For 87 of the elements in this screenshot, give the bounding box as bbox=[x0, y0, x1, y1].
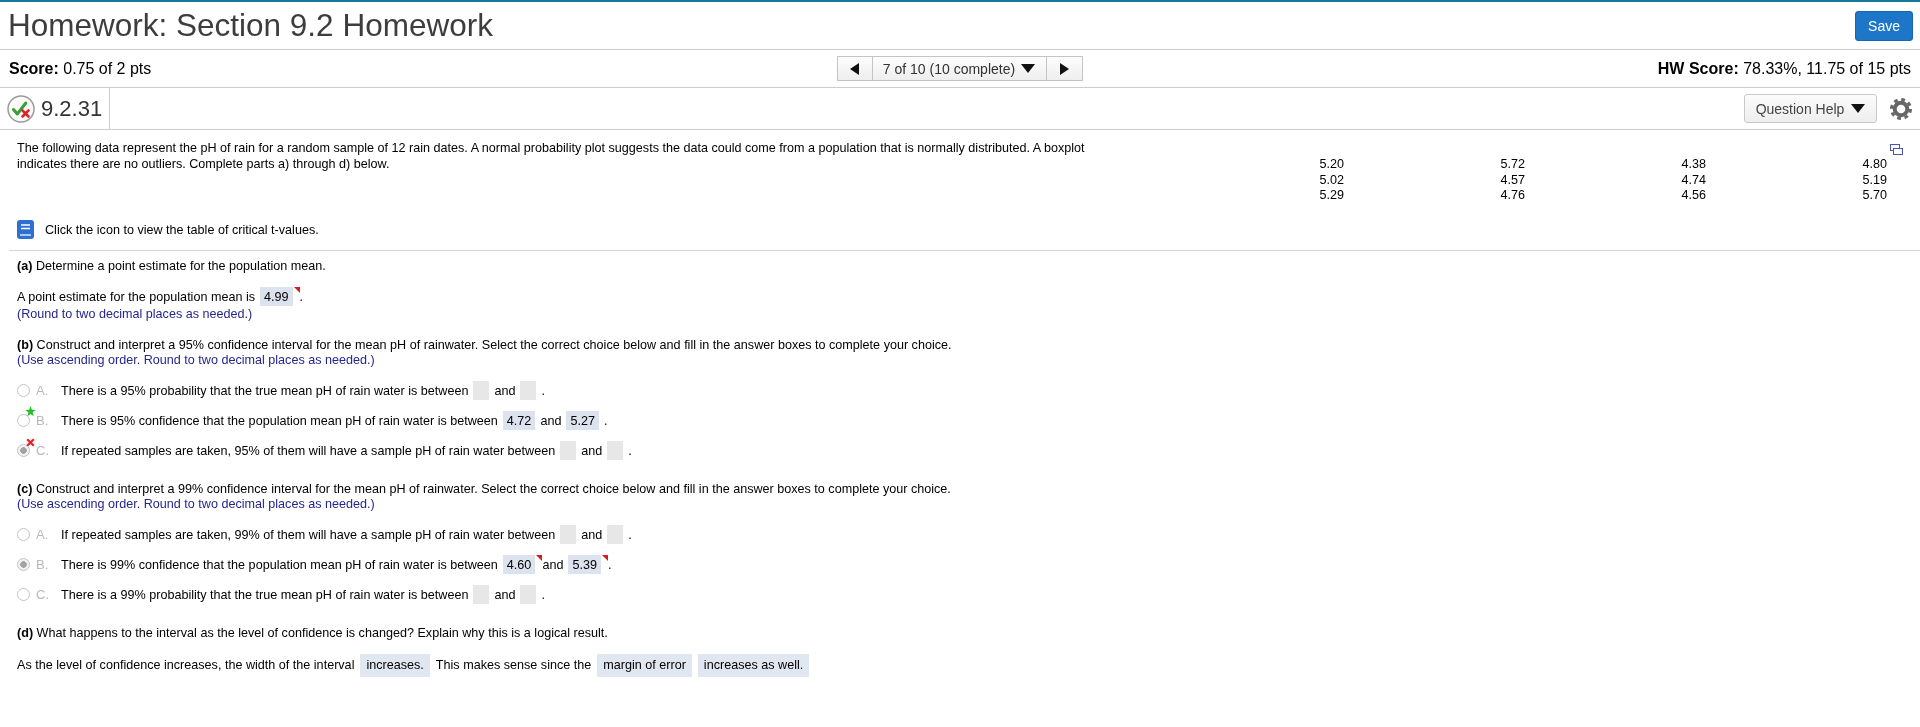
save-button[interactable]: Save bbox=[1855, 10, 1913, 41]
question-prompt: (b) Construct and interpret a 95% confidence interval for the mean pH of rainwater. Select the correct choice below and fill in the answer boxes to complete your choice. bbox=[17, 336, 953, 353]
sentence-text: . bbox=[541, 383, 545, 398]
answer-box[interactable]: 5.27 bbox=[566, 411, 599, 430]
sentence-text: and bbox=[581, 443, 603, 458]
next-button[interactable] bbox=[1045, 56, 1083, 81]
question-prompt: (d) What happens to the interval as the level of confidence is changed? Explain why this is a logical result. bbox=[17, 624, 609, 641]
radio-button[interactable] bbox=[17, 444, 30, 457]
sentence-text: . bbox=[628, 527, 632, 542]
hint-text: (Use ascending order. Round to two decimal places as needed.) bbox=[17, 496, 376, 512]
choice-letter: B. bbox=[36, 413, 50, 428]
choice-letter: C. bbox=[36, 443, 50, 458]
data-cell-text: 4.76 bbox=[1499, 188, 1525, 204]
data-cell-text: 4.38 bbox=[1680, 157, 1706, 173]
sentence-text: . bbox=[607, 557, 612, 572]
book-icon[interactable] bbox=[17, 220, 34, 239]
choice-letter: A. bbox=[36, 383, 50, 398]
sentence-text: There is 99% confidence that the population mean pH of rain water is between bbox=[61, 557, 498, 572]
question-number: 9.2.31 bbox=[41, 95, 103, 122]
sentence-text: There is a 95% probability that the true mean pH of rain water is between bbox=[61, 383, 469, 398]
data-cell-text: 5.02 bbox=[1318, 172, 1344, 188]
answer-box[interactable] bbox=[473, 381, 490, 400]
sentence-text: . bbox=[603, 413, 608, 428]
data-cell-text: 4.80 bbox=[1861, 157, 1887, 173]
sentence-text: . bbox=[299, 289, 304, 304]
radio-button[interactable] bbox=[17, 414, 30, 427]
popout-icon[interactable] bbox=[1890, 144, 1903, 155]
answer-box[interactable] bbox=[607, 441, 624, 460]
data-cell-text: 5.29 bbox=[1318, 188, 1344, 204]
sentence-text: and bbox=[542, 557, 564, 572]
question-selector[interactable]: 7 of 10 (10 complete) bbox=[871, 56, 1047, 81]
answer-dropdown[interactable]: margin of error bbox=[597, 653, 692, 677]
sentence-text: . bbox=[628, 443, 632, 458]
caret-right-icon bbox=[1059, 62, 1069, 75]
answer-box[interactable] bbox=[473, 585, 490, 604]
question-prompt: (c) Construct and interpret a 99% confidence interval for the mean pH of rainwater. Select the correct choice below and fill in the answer boxes to complete your choice. bbox=[17, 480, 952, 497]
answer-dropdown[interactable]: increases as well. bbox=[697, 653, 810, 677]
problem-text: The following data represent the pH of rain for a random sample of 12 rain dates. A normal probability plot suggests the data could come from a population that is normally distributed. A boxplot indicates there are no outliers. Complete parts a) through d) below. bbox=[17, 140, 1086, 173]
data-cell-text: 4.56 bbox=[1680, 188, 1706, 204]
data-cell-text: 5.70 bbox=[1861, 188, 1887, 204]
answer-box[interactable]: 4.72 bbox=[502, 411, 536, 430]
sentence-text: and bbox=[494, 587, 516, 602]
answer-box[interactable] bbox=[520, 585, 537, 604]
choice-letter: B. bbox=[36, 557, 50, 572]
data-cell-text: 4.74 bbox=[1680, 172, 1706, 188]
sentence-text: If repeated samples are taken, 95% of them will have a sample pH of rain water between bbox=[61, 443, 556, 458]
sentence-text: and bbox=[581, 527, 603, 542]
hint-text: (Round to two decimal places as needed.) bbox=[17, 306, 254, 322]
answer-box[interactable] bbox=[560, 441, 577, 460]
instruction-text: Click the icon to view the table of critical t-values. bbox=[45, 222, 319, 237]
sentence-text: There is 95% confidence that the population mean pH of rain water is between bbox=[61, 413, 498, 428]
sentence-text: . bbox=[541, 587, 545, 602]
sentence-text: A point estimate for the population mean is bbox=[17, 289, 256, 304]
previous-button[interactable] bbox=[836, 56, 873, 81]
radio-button[interactable] bbox=[17, 558, 30, 571]
data-cell-text: 5.19 bbox=[1861, 172, 1887, 188]
data-cell-text: 4.57 bbox=[1499, 172, 1525, 188]
hw-score-text: HW Score: 78.33%, 11.75 of 15 pts bbox=[1656, 59, 1911, 78]
sentence-text: There is a 99% probability that the true mean pH of rain water is between bbox=[61, 587, 469, 602]
answer-box[interactable] bbox=[520, 381, 537, 400]
radio-button[interactable] bbox=[17, 384, 30, 397]
sentence-text: This makes sense since the bbox=[435, 658, 592, 672]
data-cell-text: 5.20 bbox=[1318, 157, 1344, 173]
radio-button[interactable] bbox=[17, 528, 30, 541]
choice-letter: C. bbox=[36, 587, 50, 602]
answer-box[interactable] bbox=[560, 525, 577, 544]
answer-box[interactable] bbox=[607, 525, 624, 544]
sentence-text: If repeated samples are taken, 99% of them will have a sample pH of rain water between bbox=[61, 527, 556, 542]
page-title: Homework: Section 9.2 Homework bbox=[8, 7, 493, 44]
data-cell-text: 5.72 bbox=[1499, 157, 1525, 173]
score-text: Score: 0.75 of 2 pts bbox=[9, 59, 153, 78]
question-help-button[interactable]: Question Help bbox=[1744, 94, 1877, 123]
answer-box[interactable]: 5.39 bbox=[568, 555, 601, 574]
answer-dropdown[interactable]: increases. bbox=[360, 653, 430, 677]
choice-letter: A. bbox=[36, 527, 50, 542]
caret-left-icon bbox=[850, 62, 859, 75]
answer-box[interactable]: 4.99 bbox=[260, 287, 293, 306]
sentence-text: and bbox=[494, 383, 516, 398]
answer-box[interactable]: 4.60 bbox=[502, 555, 536, 574]
question-prompt: (a) Determine a point estimate for the population mean. bbox=[17, 257, 327, 274]
hint-text: (Use ascending order. Round to two decimal places as needed.) bbox=[17, 352, 376, 368]
radio-button[interactable] bbox=[17, 588, 30, 601]
sentence-text: As the level of confidence increases, the width of the interval bbox=[17, 658, 355, 672]
caret-down-icon bbox=[1021, 64, 1036, 73]
caret-down-icon bbox=[1851, 104, 1866, 113]
settings-icon[interactable] bbox=[1889, 96, 1913, 121]
sentence-text: and bbox=[540, 413, 562, 428]
